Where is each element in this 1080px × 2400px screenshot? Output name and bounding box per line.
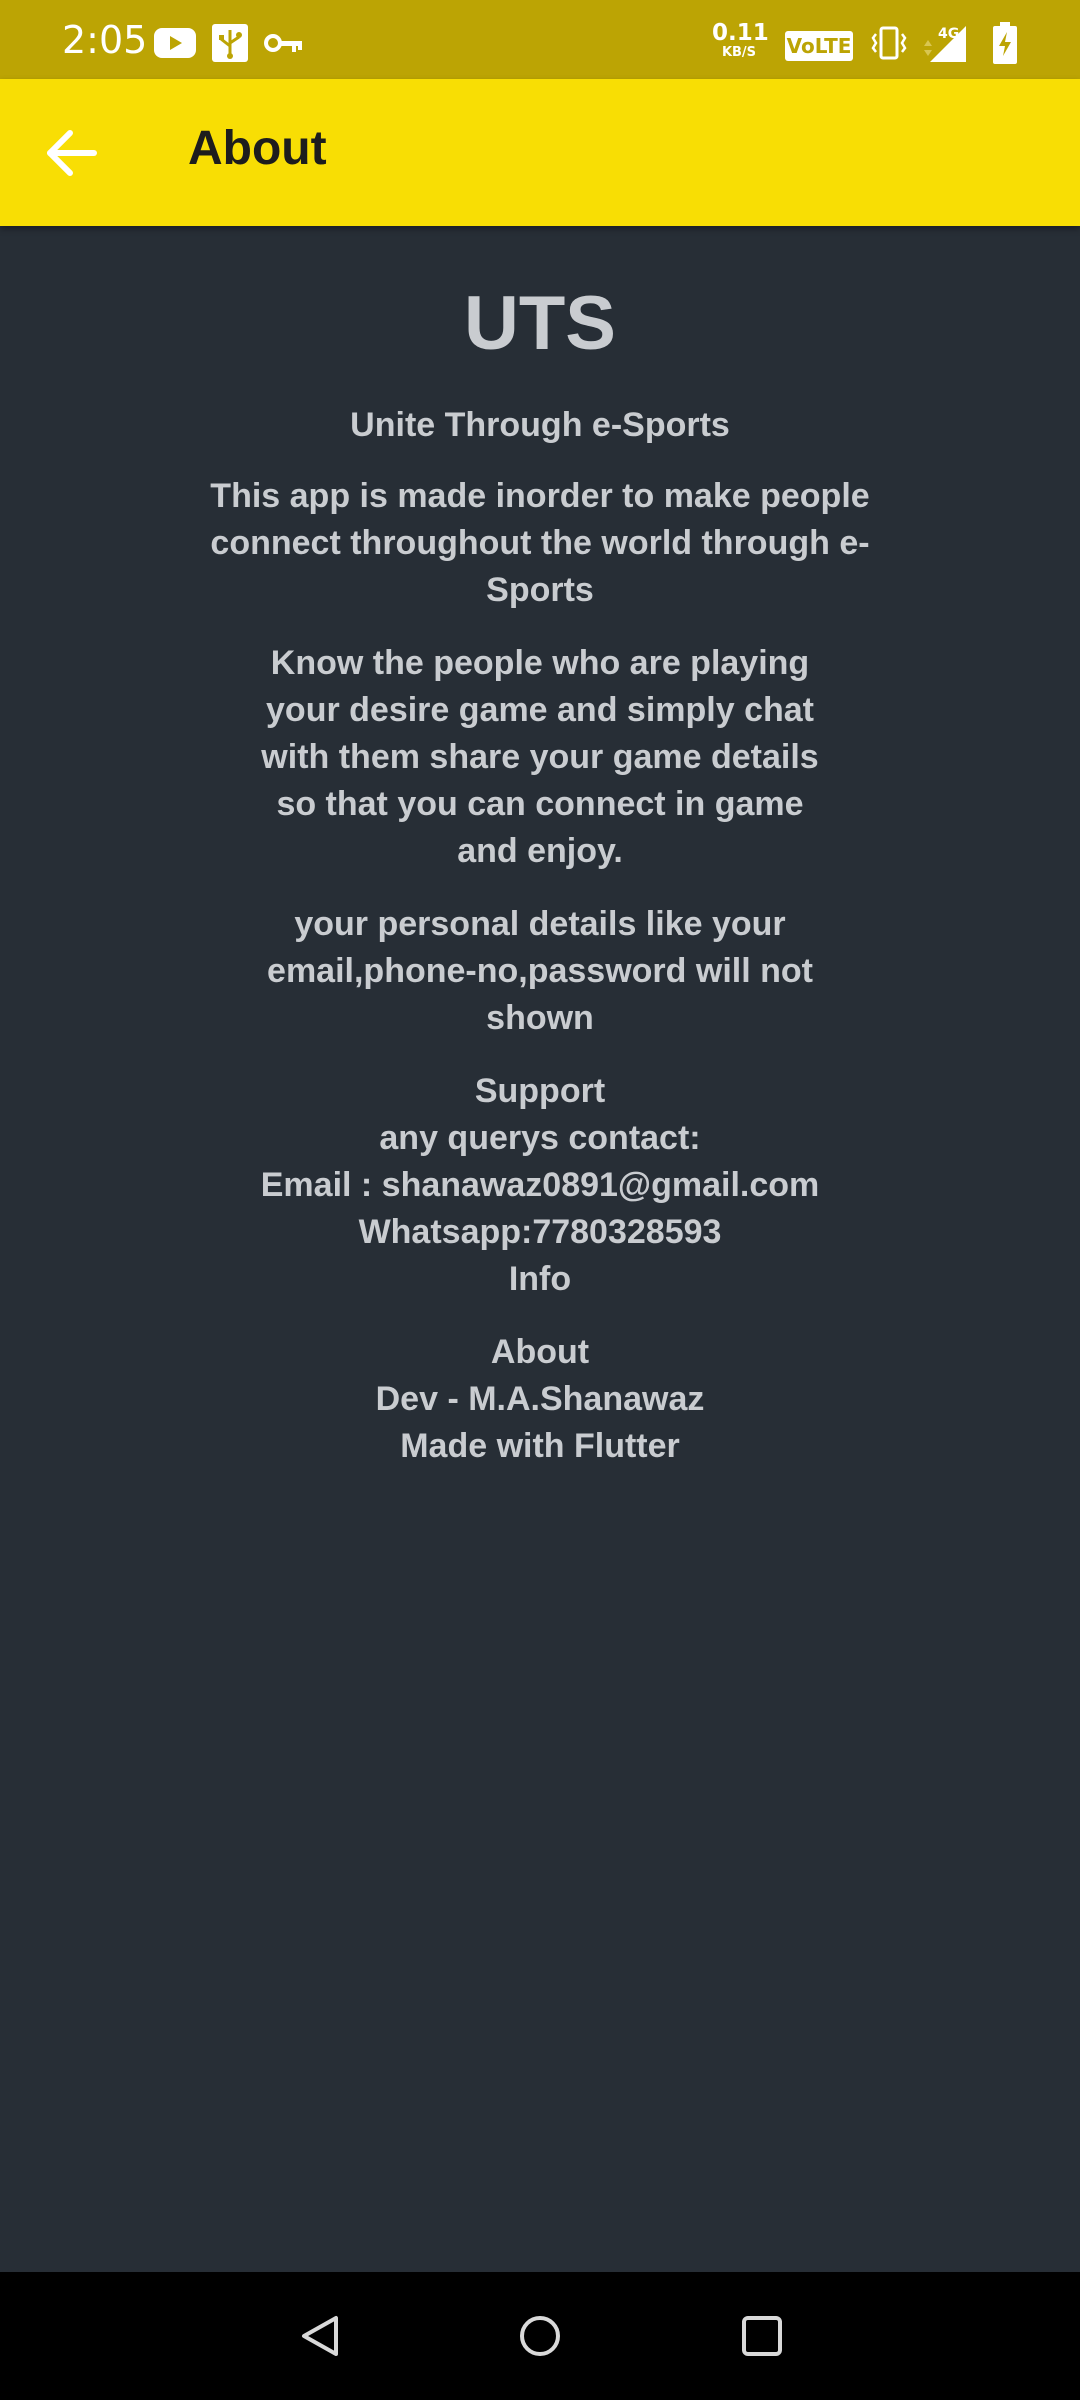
youtube-icon bbox=[154, 28, 196, 58]
usb-icon bbox=[212, 24, 248, 62]
privacy-paragraph: your personal details like your email,ph… bbox=[267, 905, 813, 1037]
network-speed-unit: KB/S bbox=[721, 45, 757, 60]
system-nav-bar bbox=[0, 2272, 1080, 2400]
app-tagline: Unite Through e-Sports bbox=[350, 406, 730, 444]
support-whatsapp: Whatsapp:7780328593 bbox=[358, 1213, 722, 1251]
made-with-label: Made with Flutter bbox=[400, 1427, 680, 1465]
volte-badge: VoLTE bbox=[785, 31, 853, 61]
status-time: 2:05 bbox=[62, 18, 148, 62]
about-heading: About bbox=[490, 1333, 590, 1371]
app-name: UTS bbox=[464, 281, 616, 366]
recents-square-icon[interactable] bbox=[726, 2300, 798, 2372]
about-section: About Dev - M.A.Shanawaz Made with Flutt… bbox=[160, 1329, 920, 1470]
battery-charging-icon bbox=[993, 22, 1017, 64]
network-speed: 0.11 KB/S bbox=[712, 20, 769, 60]
vibrate-icon bbox=[871, 26, 907, 60]
page-title: About bbox=[188, 122, 327, 175]
about-content: UTS Unite Through e-Sports This app is m… bbox=[0, 226, 1080, 1470]
network-speed-value: 0.11 bbox=[712, 20, 769, 46]
support-section: Support any querys contact: Email : shan… bbox=[160, 1068, 920, 1303]
support-heading: Support bbox=[474, 1072, 606, 1110]
developer-credit: Dev - M.A.Shanawaz bbox=[375, 1380, 705, 1418]
arrow-back-icon[interactable] bbox=[36, 117, 108, 189]
contact-label: any querys contact: bbox=[379, 1119, 701, 1157]
description-paragraph: This app is made inorder to make people … bbox=[210, 477, 870, 609]
app-bar: About bbox=[0, 79, 1080, 226]
features-paragraph: Know the people who are playing your des… bbox=[261, 644, 819, 870]
status-bar: 2:05 0.11 KB/S VoLTE 4G bbox=[0, 0, 1080, 79]
support-email: Email : shanawaz0891@gmail.com bbox=[260, 1166, 820, 1204]
info-label: Info bbox=[508, 1260, 572, 1298]
network-type: 4G bbox=[938, 26, 959, 42]
vpn-key-icon bbox=[264, 34, 302, 52]
home-circle-icon[interactable] bbox=[504, 2300, 576, 2372]
signal-icon: 4G bbox=[924, 26, 966, 62]
back-triangle-icon[interactable] bbox=[284, 2300, 356, 2372]
